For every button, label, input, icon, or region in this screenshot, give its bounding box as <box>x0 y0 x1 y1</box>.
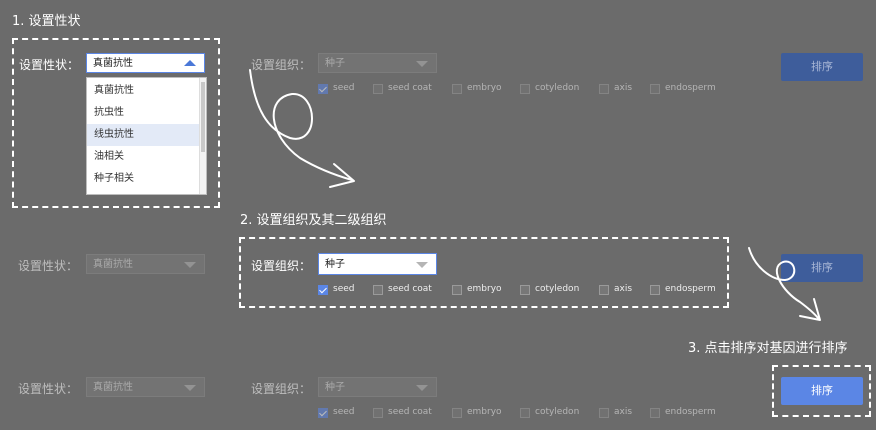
loop-arrow-icon <box>748 247 819 319</box>
loop-arrow-icon <box>249 69 353 181</box>
arrowhead-icon <box>329 163 355 188</box>
arrows-overlay <box>249 69 821 321</box>
